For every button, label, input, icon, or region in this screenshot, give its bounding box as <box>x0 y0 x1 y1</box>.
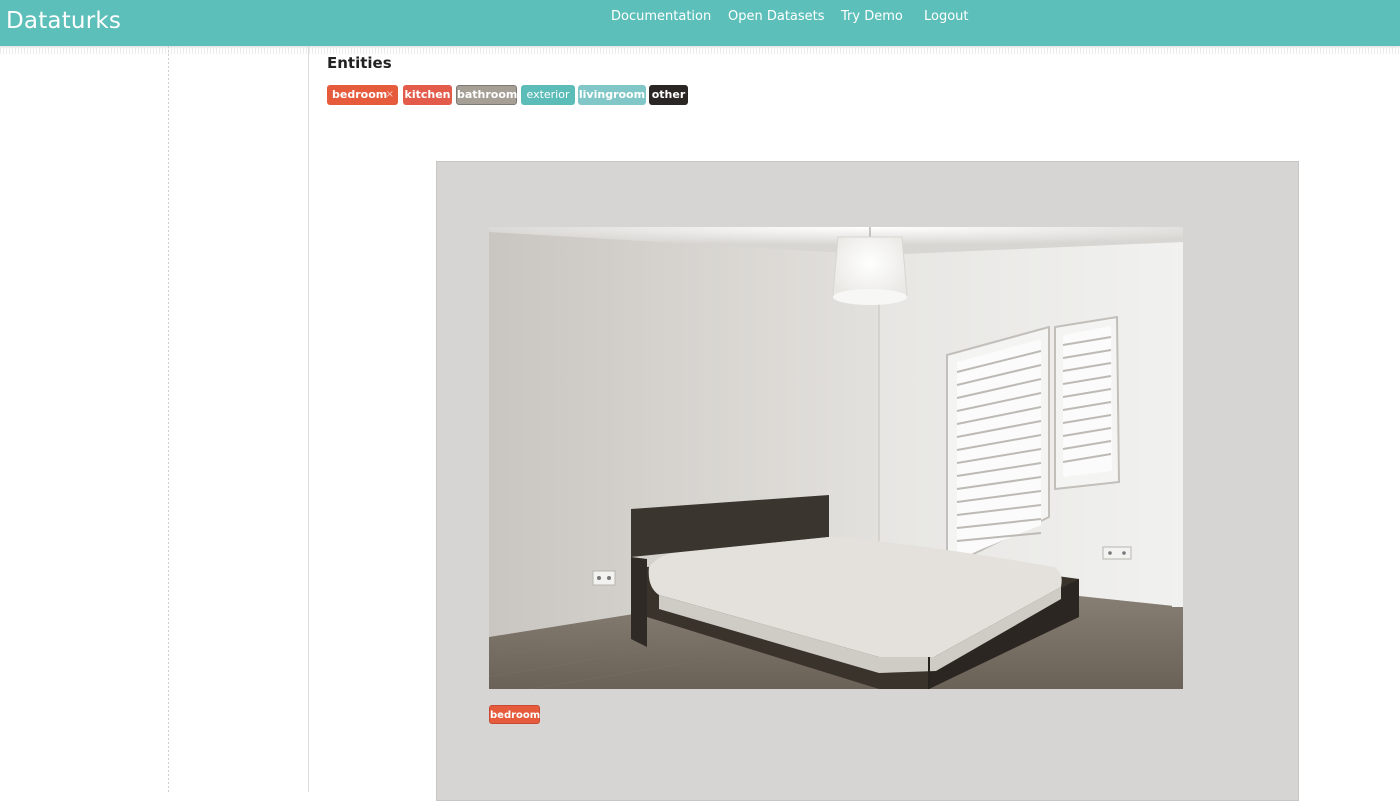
remove-label-icon[interactable]: × <box>386 85 394 105</box>
entities-heading: Entities <box>327 54 392 72</box>
brand-logo[interactable]: Dataturks <box>6 8 121 34</box>
entity-chip-bathroom[interactable]: bathroom <box>456 85 517 105</box>
entity-chip-other[interactable]: other <box>649 85 688 105</box>
image-label-tag[interactable]: bedroom <box>489 705 540 724</box>
entity-chip-exterior[interactable]: exterior <box>521 85 575 105</box>
entity-chip-label: bedroom <box>332 88 388 101</box>
sidebar-divider <box>168 46 169 792</box>
content-divider <box>308 46 309 792</box>
nav-logout[interactable]: Logout <box>924 9 969 24</box>
top-navbar: Dataturks Documentation Open Datasets Tr… <box>0 0 1400 46</box>
entity-chip-bedroom[interactable]: bedroom × <box>327 85 398 105</box>
bedroom-photo[interactable] <box>489 227 1183 689</box>
entity-chip-kitchen[interactable]: kitchen <box>403 85 452 105</box>
nav-open-datasets[interactable]: Open Datasets <box>728 9 825 24</box>
entity-chip-livingroom[interactable]: livingroom <box>578 85 646 105</box>
nav-documentation[interactable]: Documentation <box>611 9 711 24</box>
header-divider <box>0 46 1400 54</box>
nav-try-demo[interactable]: Try Demo <box>841 9 903 24</box>
